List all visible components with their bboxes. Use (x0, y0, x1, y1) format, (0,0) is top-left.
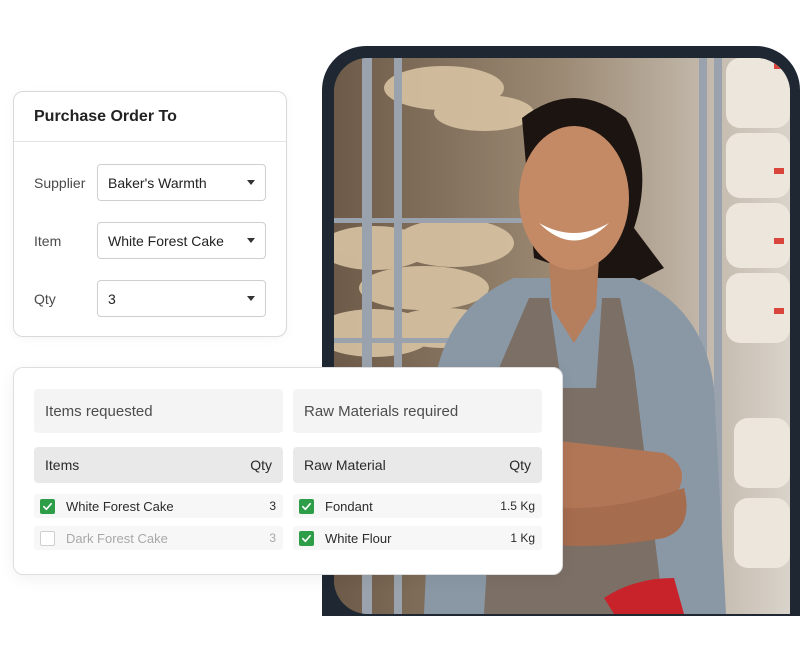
raw-qty-column-header: Qty (509, 457, 531, 473)
supplier-select[interactable]: Baker's Warmth (97, 164, 266, 201)
supplier-value: Baker's Warmth (108, 174, 207, 191)
items-table-header: Items Qty (34, 447, 283, 483)
chevron-down-icon (247, 180, 255, 185)
item-name: White Forest Cake (66, 498, 174, 514)
raw-materials-column: Raw Materials required Raw Material Qty … (293, 389, 542, 550)
item-qty: 3 (269, 531, 276, 545)
qty-value: 3 (108, 290, 116, 307)
table-row[interactable]: White Flour 1 Kg (293, 526, 542, 550)
qty-row: Qty 3 (14, 280, 286, 318)
items-requested-heading: Items requested (34, 389, 283, 433)
checkbox-checked-icon[interactable] (299, 530, 314, 546)
item-label: Item (34, 233, 62, 249)
items-column-header: Items (45, 457, 80, 473)
chevron-down-icon (247, 296, 255, 301)
qty-label: Qty (34, 291, 56, 307)
purchase-order-title: Purchase Order To (14, 92, 286, 142)
checkbox-checked-icon[interactable] (40, 498, 55, 514)
table-row[interactable]: White Forest Cake 3 (34, 494, 283, 518)
item-value: White Forest Cake (108, 232, 224, 249)
supplier-label: Supplier (34, 175, 86, 191)
raw-materials-table-header: Raw Material Qty (293, 447, 542, 483)
chevron-down-icon (247, 238, 255, 243)
qty-select[interactable]: 3 (97, 280, 266, 317)
raw-material-name: Fondant (325, 498, 373, 514)
table-row[interactable]: Fondant 1.5 Kg (293, 494, 542, 518)
item-qty: 3 (269, 499, 276, 513)
purchase-order-card: Purchase Order To Supplier Baker's Warmt… (13, 91, 287, 337)
checkbox-checked-icon[interactable] (299, 498, 314, 514)
raw-material-qty: 1 Kg (510, 531, 535, 545)
raw-materials-heading: Raw Materials required (293, 389, 542, 433)
qty-column-header: Qty (250, 457, 272, 473)
item-row: Item White Forest Cake (14, 222, 286, 260)
raw-material-qty: 1.5 Kg (500, 499, 535, 513)
raw-material-column-header: Raw Material (304, 457, 386, 473)
items-card: Items requested Items Qty White Forest C… (13, 367, 563, 575)
item-select[interactable]: White Forest Cake (97, 222, 266, 259)
raw-material-name: White Flour (325, 530, 392, 546)
table-row[interactable]: Dark Forest Cake 3 (34, 526, 283, 550)
checkbox-unchecked-icon[interactable] (40, 530, 55, 546)
items-requested-column: Items requested Items Qty White Forest C… (34, 389, 283, 550)
item-name: Dark Forest Cake (66, 530, 168, 546)
supplier-row: Supplier Baker's Warmth (14, 164, 286, 202)
